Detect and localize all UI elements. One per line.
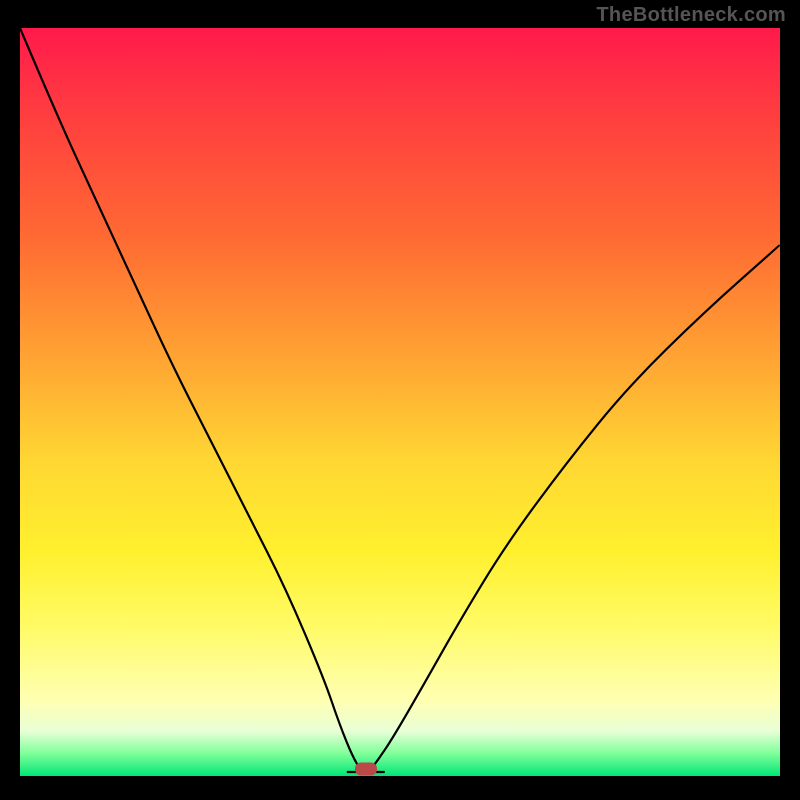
plot-area	[20, 28, 780, 776]
chart-frame: TheBottleneck.com	[0, 0, 800, 800]
watermark-text: TheBottleneck.com	[596, 4, 786, 27]
bottleneck-curve	[20, 28, 780, 776]
minimum-marker	[355, 763, 377, 776]
curve-path	[20, 28, 780, 772]
